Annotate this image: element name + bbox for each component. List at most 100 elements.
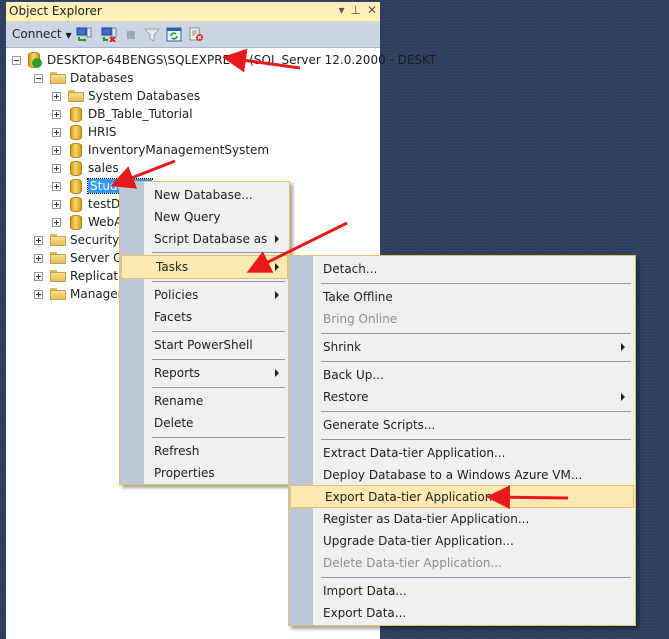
tree-node-database[interactable]: HRIS bbox=[52, 123, 117, 141]
collapse-icon[interactable] bbox=[12, 55, 21, 65]
activity-monitor-icon[interactable] bbox=[188, 27, 204, 42]
menu-separator bbox=[321, 439, 631, 440]
menu-item-shrink[interactable]: Shrink bbox=[291, 336, 633, 358]
menu-separator bbox=[152, 359, 285, 360]
folder-icon bbox=[50, 252, 66, 264]
menu-item-label: Delete Data-tier Application... bbox=[323, 556, 502, 570]
tree-node-server[interactable]: DESKTOP-64BENGS\SQLEXPRESS (SQL Server 1… bbox=[12, 51, 436, 69]
menu-item-import-data[interactable]: Import Data... bbox=[291, 580, 633, 602]
databases-label: Databases bbox=[70, 71, 134, 85]
menu-item-register-data-tier[interactable]: Register as Data-tier Application... bbox=[291, 508, 633, 530]
tree-node-databases[interactable]: Databases bbox=[34, 69, 134, 87]
expand-icon[interactable] bbox=[34, 271, 43, 281]
menu-item-label: Start PowerShell bbox=[154, 338, 253, 352]
menu-item-refresh[interactable]: Refresh bbox=[122, 440, 287, 462]
expand-icon[interactable] bbox=[52, 91, 61, 101]
menu-item-label: Back Up... bbox=[323, 368, 384, 382]
folder-icon bbox=[68, 90, 84, 102]
menu-item-script-database-as[interactable]: Script Database as bbox=[122, 228, 287, 250]
menu-separator bbox=[321, 283, 631, 284]
menu-item-take-offline[interactable]: Take Offline bbox=[291, 286, 633, 308]
menu-item-properties[interactable]: Properties bbox=[122, 462, 287, 484]
tree-node-database[interactable]: DB_Table_Tutorial bbox=[52, 105, 193, 123]
pin-icon[interactable]: ⊥ bbox=[350, 3, 360, 17]
menu-item-label: Export Data... bbox=[323, 606, 407, 620]
menu-item-label: Detach... bbox=[323, 262, 378, 276]
tree-node-database[interactable]: WebA bbox=[52, 213, 122, 231]
disconnect-icon[interactable] bbox=[101, 27, 117, 42]
tree-node-database[interactable]: testDE bbox=[52, 195, 128, 213]
menu-item-label: Deploy Database to a Windows Azure VM... bbox=[323, 468, 583, 482]
database-icon bbox=[70, 142, 82, 158]
submenu-arrow-icon bbox=[275, 263, 279, 271]
menu-item-tasks[interactable]: Tasks bbox=[121, 255, 288, 279]
database-icon bbox=[70, 178, 82, 194]
menu-item-detach[interactable]: Detach... bbox=[291, 258, 633, 280]
menu-item-restore[interactable]: Restore bbox=[291, 386, 633, 408]
expand-icon[interactable] bbox=[52, 127, 61, 137]
tree-node-management[interactable]: Managem bbox=[34, 285, 129, 303]
folder-icon bbox=[50, 288, 66, 300]
window-position-dropdown-icon[interactable]: ▾ bbox=[338, 3, 344, 17]
menu-item-back-up[interactable]: Back Up... bbox=[291, 364, 633, 386]
menu-item-start-powershell[interactable]: Start PowerShell bbox=[122, 334, 287, 356]
tree-node-server-objects[interactable]: Server Ob bbox=[34, 249, 130, 267]
stop-icon[interactable] bbox=[123, 27, 139, 42]
menu-item-export-data-tier[interactable]: Export Data-tier Application... bbox=[290, 485, 634, 508]
filter-icon[interactable] bbox=[144, 27, 160, 42]
menu-item-deploy-to-azure-vm[interactable]: Deploy Database to a Windows Azure VM... bbox=[291, 464, 633, 486]
tree-node-database[interactable]: InventoryManagementSystem bbox=[52, 141, 269, 159]
expand-icon[interactable] bbox=[52, 217, 61, 227]
expand-icon[interactable] bbox=[52, 181, 61, 191]
submenu-arrow-icon bbox=[621, 393, 625, 401]
database-label: WebA bbox=[88, 215, 123, 229]
expand-icon[interactable] bbox=[52, 109, 61, 119]
tree-node-security[interactable]: Security bbox=[34, 231, 119, 249]
menu-item-label: Delete bbox=[154, 416, 194, 430]
menu-item-label: Script Database as bbox=[154, 232, 268, 246]
menu-item-label: Restore bbox=[323, 390, 369, 404]
menu-item-upgrade-data-tier[interactable]: Upgrade Data-tier Application... bbox=[291, 530, 633, 552]
expand-icon[interactable] bbox=[52, 163, 61, 173]
panel-title: Object Explorer bbox=[9, 4, 102, 18]
database-label: DB_Table_Tutorial bbox=[88, 107, 193, 121]
menu-separator bbox=[321, 577, 631, 578]
refresh-icon[interactable] bbox=[166, 27, 182, 42]
tree-node-system-databases[interactable]: System Databases bbox=[52, 87, 200, 105]
expand-icon[interactable] bbox=[52, 199, 61, 209]
connect-object-explorer-icon[interactable] bbox=[76, 27, 92, 42]
menu-item-label: Export Data-tier Application... bbox=[325, 490, 504, 504]
menu-item-label: Tasks bbox=[156, 260, 189, 274]
database-context-menu: New Database... New Query Script Databas… bbox=[119, 181, 290, 485]
expand-icon[interactable] bbox=[34, 235, 43, 245]
object-explorer-toolbar: Connect ▼ bbox=[6, 22, 380, 48]
menu-item-generate-scripts[interactable]: Generate Scripts... bbox=[291, 414, 633, 436]
expand-icon[interactable] bbox=[34, 289, 43, 299]
collapse-icon[interactable] bbox=[34, 73, 43, 83]
menu-item-rename[interactable]: Rename bbox=[122, 390, 287, 412]
menu-item-label: Shrink bbox=[323, 340, 362, 354]
menu-item-label: New Query bbox=[154, 210, 221, 224]
menu-item-label: Reports bbox=[154, 366, 201, 380]
menu-item-new-query[interactable]: New Query bbox=[122, 206, 287, 228]
folder-label: Security bbox=[70, 233, 120, 247]
menu-item-policies[interactable]: Policies bbox=[122, 284, 287, 306]
menu-item-facets[interactable]: Facets bbox=[122, 306, 287, 328]
database-label: HRIS bbox=[88, 125, 117, 139]
connect-button[interactable]: Connect ▼ bbox=[12, 27, 72, 41]
expand-icon[interactable] bbox=[52, 145, 61, 155]
menu-item-label: Refresh bbox=[154, 444, 200, 458]
close-icon[interactable]: ✕ bbox=[367, 3, 377, 17]
database-icon bbox=[70, 106, 82, 122]
tree-node-replication[interactable]: Replicatio bbox=[34, 267, 129, 285]
menu-item-new-database[interactable]: New Database... bbox=[122, 184, 287, 206]
tree-node-database[interactable]: sales bbox=[52, 159, 119, 177]
menu-separator bbox=[321, 411, 631, 412]
menu-item-extract-data-tier[interactable]: Extract Data-tier Application... bbox=[291, 442, 633, 464]
menu-item-export-data[interactable]: Export Data... bbox=[291, 602, 633, 624]
expand-icon[interactable] bbox=[34, 253, 43, 263]
menu-item-reports[interactable]: Reports bbox=[122, 362, 287, 384]
menu-item-delete[interactable]: Delete bbox=[122, 412, 287, 434]
database-label: InventoryManagementSystem bbox=[88, 143, 270, 157]
submenu-arrow-icon bbox=[621, 343, 625, 351]
